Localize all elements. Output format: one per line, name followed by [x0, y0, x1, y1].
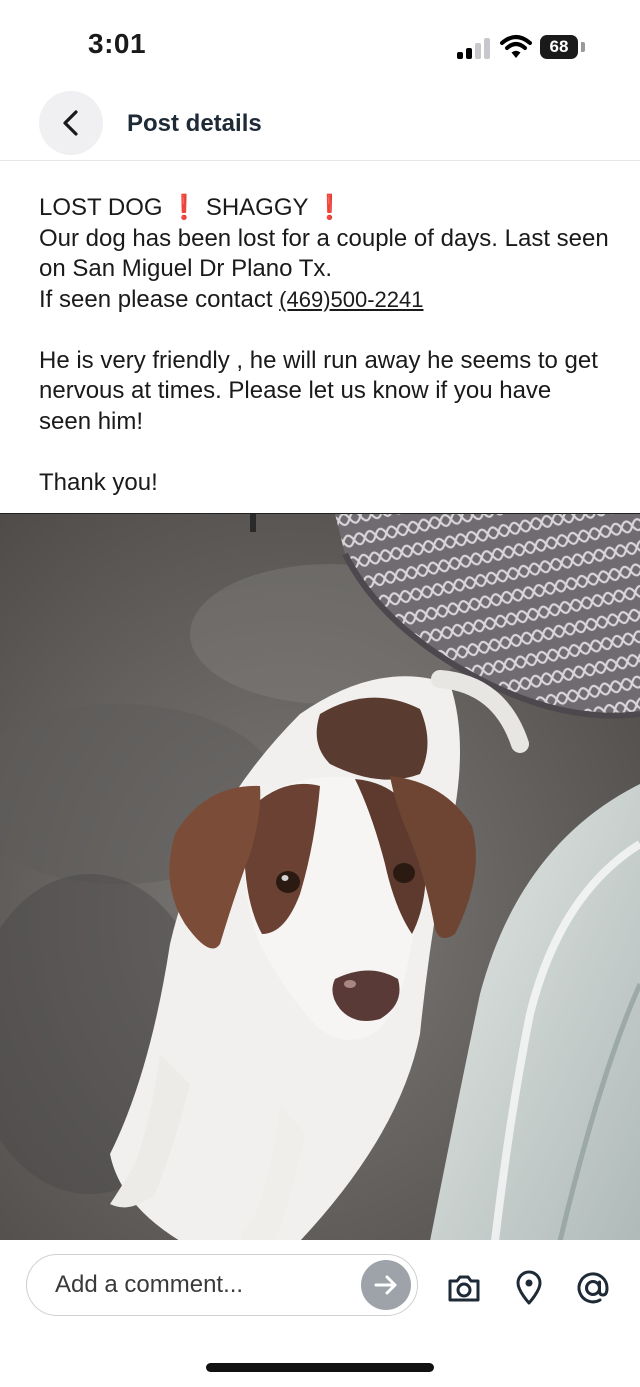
home-indicator: [206, 1363, 434, 1372]
battery-icon: 68: [540, 35, 578, 59]
post-title-right: SHAGGY: [205, 194, 309, 221]
camera-button[interactable]: [446, 1270, 482, 1306]
contact-prefix: If seen please contact: [39, 285, 280, 313]
chevron-left-icon: [63, 110, 78, 136]
dog-photo-image: [0, 514, 640, 1241]
post-paragraph-2: He is very friendly , he will run away h…: [39, 346, 598, 435]
dog-photo: [0, 513, 640, 1241]
mention-button[interactable]: [575, 1270, 611, 1306]
wifi-icon: [500, 35, 532, 58]
signal-icon: [457, 37, 491, 59]
comment-field[interactable]: [26, 1254, 418, 1316]
phone-link[interactable]: (469)500-2241: [279, 287, 423, 312]
post-body: LOST DOG ❗ SHAGGY ❗ Our dog has been los…: [39, 193, 609, 498]
post-title: LOST DOG ❗ SHAGGY ❗: [39, 193, 609, 224]
back-button[interactable]: [39, 91, 103, 155]
page-title: Post details: [127, 110, 262, 137]
camera-icon: [448, 1275, 480, 1302]
location-button[interactable]: [511, 1270, 547, 1306]
exclamation-icon: ❗: [169, 194, 200, 221]
status-bar: 3:01 68: [0, 0, 640, 90]
post-closing: Thank you!: [39, 468, 158, 496]
location-pin-icon: [516, 1270, 542, 1305]
at-sign-icon: [577, 1272, 609, 1304]
header: Post details: [0, 90, 640, 161]
comment-input[interactable]: [53, 1255, 357, 1315]
post-contact-line: If seen please contact (469)500-2241: [39, 285, 609, 316]
post-line-1: Our dog has been lost for a couple of da…: [39, 224, 609, 283]
arrow-right-icon: [374, 1275, 397, 1295]
comment-bar: [0, 1240, 640, 1387]
battery-cap: [581, 42, 585, 52]
send-button[interactable]: [361, 1260, 411, 1310]
exclamation-icon: ❗: [314, 194, 345, 221]
post-title-left: LOST DOG: [39, 194, 163, 221]
status-time: 3:01: [88, 28, 147, 59]
